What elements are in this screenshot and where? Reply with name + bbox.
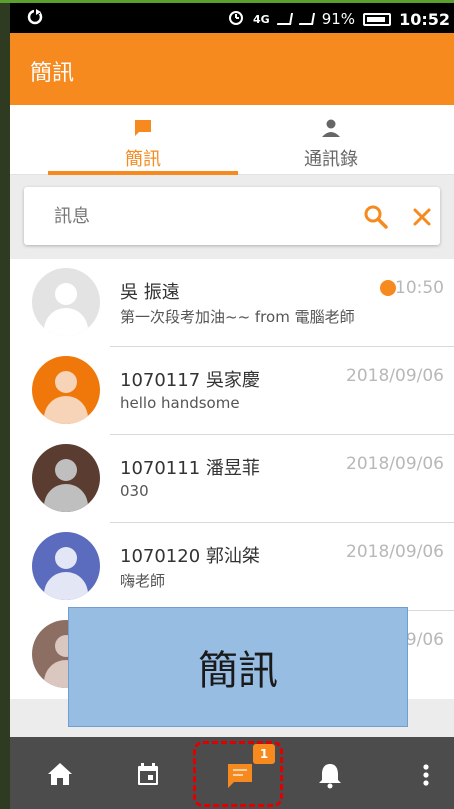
person-icon [236,117,426,145]
app-bar: 簡訊 [10,33,454,105]
avatar [32,356,100,424]
avatar-head [55,459,77,481]
tab-messages-label: 簡訊 [125,149,161,170]
avatar [32,444,100,512]
unread-indicator [380,280,396,296]
left-edge-strip [0,0,10,809]
network-label: 4G [253,12,270,26]
signal-icon [276,13,293,25]
contact-name: 1070120 郭汕桀 [120,546,260,567]
home-icon[interactable] [40,755,80,795]
message-preview: 嗨老師 [120,572,166,590]
callout-label: 簡訊 [68,607,408,727]
battery-icon [363,12,392,26]
tab-bar: 簡訊 通訊錄 [10,105,454,175]
list-item[interactable]: 1070120 郭汕桀 嗨老師 2018/09/06 [10,523,454,611]
message-icon [48,117,238,145]
avatar-head [55,547,77,569]
search-bar [24,187,440,245]
message-date: 2018/09/06 [346,454,444,474]
message-preview: hello handsome [120,394,240,412]
tab-contacts-label: 通訊錄 [304,149,358,170]
avatar-body [44,396,88,424]
clock: 10:52 [399,9,450,29]
list-item[interactable]: 1070111 潘昱菲 030 2018/09/06 [10,435,454,523]
sync-icon [26,8,44,30]
message-preview: 第一次段考加油~~ from 電腦老師 [120,308,355,326]
battery-percent: 91% [321,10,356,28]
avatar [32,268,100,336]
avatar-body [44,484,88,512]
bottom-navigation: 1 [10,737,454,809]
search-input[interactable] [54,203,334,229]
avatar-body [44,572,88,600]
message-date: 10:50 [395,278,444,298]
message-date: 9/06 [405,630,444,650]
avatar-head [55,371,77,393]
status-right: 4G 91% 10:52 [227,8,450,30]
contact-name: 吳 振遠 [120,282,180,303]
close-icon[interactable] [408,201,436,231]
avatar-body [44,308,88,336]
bell-icon[interactable] [310,755,350,795]
search-area [10,175,454,259]
more-vert-icon[interactable] [406,755,446,795]
tab-messages[interactable]: 簡訊 [48,105,238,175]
status-bar: 4G 91% 10:52 [10,3,454,33]
tab-contacts[interactable]: 通訊錄 [236,105,426,175]
list-item[interactable]: 1070117 吳家慶 hello handsome 2018/09/06 [10,347,454,435]
contact-name: 1070117 吳家慶 [120,370,260,391]
message-date: 2018/09/06 [346,542,444,562]
signal-icon-2 [298,13,315,25]
highlight-box [193,741,283,807]
message-date: 2018/09/06 [346,366,444,386]
avatar-head [55,283,77,305]
search-icon[interactable] [362,201,390,231]
alarm-icon [227,8,245,30]
message-preview: 030 [120,482,149,500]
calendar-icon[interactable] [128,755,168,795]
contact-name: 1070111 潘昱菲 [120,458,260,479]
avatar [32,532,100,600]
list-item[interactable]: 吳 振遠 第一次段考加油~~ from 電腦老師 10:50 [10,259,454,347]
page-title: 簡訊 [30,61,75,86]
